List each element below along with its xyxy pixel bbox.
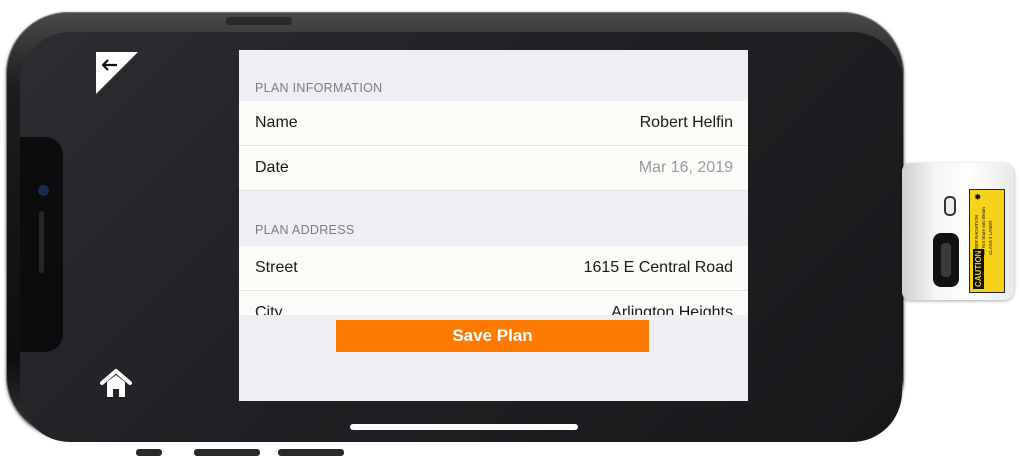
phone-volume-button (194, 449, 260, 456)
front-camera (38, 185, 49, 196)
date-value: Mar 16, 2019 (638, 159, 733, 176)
home-indicator[interactable] (350, 424, 578, 430)
street-row[interactable]: Street 1615 E Central Road (239, 246, 748, 291)
date-row[interactable]: Date Mar 16, 2019 (239, 146, 748, 191)
phone-volume-button (278, 449, 344, 456)
laser-warning-label-text: CAUTION LASER RADIATION Do Not Stare Int… (971, 191, 1003, 291)
back-button[interactable] (96, 52, 138, 94)
name-label: Name (255, 114, 298, 131)
save-plan-button[interactable]: Save Plan (336, 320, 649, 352)
laser-label-line1: LASER RADIATION (974, 214, 979, 255)
plan-form-scroll[interactable]: PLAN INFORMATION Name Robert Helfin Date… (239, 50, 748, 315)
plan-form-panel: PLAN INFORMATION Name Robert Helfin Date… (239, 50, 748, 401)
laser-label-line2: Do Not Stare Into Beam (981, 207, 986, 255)
action-area: Save Plan (239, 315, 748, 401)
city-value: Arlington Heights (611, 304, 733, 315)
status-led (944, 196, 956, 216)
home-button[interactable] (98, 366, 134, 402)
earpiece-speaker (39, 211, 44, 273)
phone-frame: PLAN INFORMATION Name Robert Helfin Date… (6, 12, 904, 456)
city-label: City (255, 304, 283, 315)
street-label: Street (255, 259, 298, 276)
laser-warning-label: CAUTION LASER RADIATION Do Not Stare Int… (969, 189, 1005, 293)
street-value: 1615 E Central Road (583, 259, 733, 276)
name-row[interactable]: Name Robert Helfin (239, 101, 748, 146)
date-label: Date (255, 159, 289, 176)
city-row[interactable]: City Arlington Heights (239, 291, 748, 315)
name-value: Robert Helfin (639, 114, 733, 131)
laser-device: CAUTION LASER RADIATION Do Not Stare Int… (902, 163, 1014, 300)
phone-side-button-top (226, 17, 292, 25)
laser-label-line3: CLASS 2 LASER (988, 220, 993, 255)
phone-screen: PLAN INFORMATION Name Robert Helfin Date… (20, 32, 902, 442)
home-icon (100, 369, 132, 397)
usb-port (933, 233, 959, 287)
phone-notch (20, 137, 63, 352)
laser-warning-icon: ✸ (973, 193, 983, 201)
section-header-plan-information: PLAN INFORMATION (255, 81, 383, 95)
section-header-plan-address: PLAN ADDRESS (255, 223, 355, 237)
phone-side-button (136, 449, 162, 456)
back-arrow-icon (96, 52, 138, 94)
usb-port-inner (941, 243, 951, 277)
